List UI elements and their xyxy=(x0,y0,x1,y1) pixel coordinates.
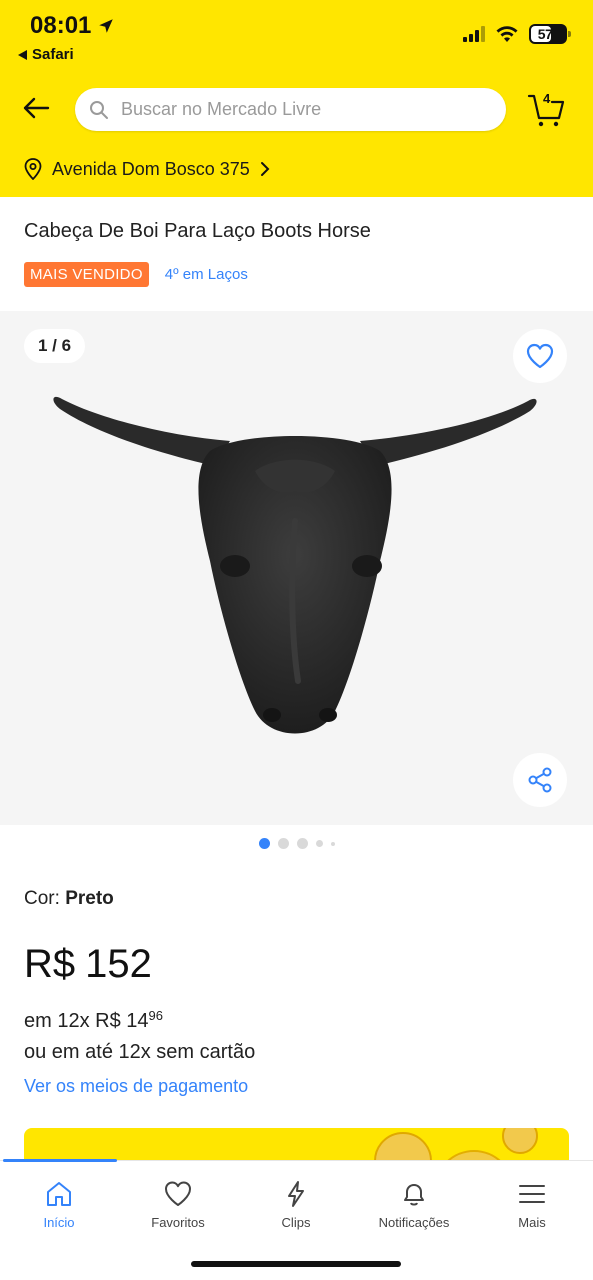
installments-info: em 12x R$ 1496 xyxy=(24,1008,163,1033)
product-gallery[interactable]: 1 / 6 xyxy=(0,311,593,825)
category-rank-link[interactable]: 4º em Laços xyxy=(165,266,248,283)
menu-icon xyxy=(519,1185,545,1203)
pagination-dot[interactable] xyxy=(277,838,289,849)
bell-icon xyxy=(404,1184,424,1206)
top-header: 08:01 Safari 57 4 xyxy=(0,0,593,197)
battery-icon: 57 xyxy=(529,24,571,44)
pagination-dot[interactable] xyxy=(330,841,335,846)
search-input[interactable] xyxy=(121,99,481,120)
installments-cents: 96 xyxy=(148,1008,163,1023)
back-triangle-icon xyxy=(18,49,27,60)
address-text: Avenida Dom Bosco 375 xyxy=(52,158,250,179)
cart-button[interactable]: 4 xyxy=(526,90,566,130)
gallery-pagination xyxy=(0,838,593,849)
share-button[interactable] xyxy=(513,753,567,807)
price-value: 152 xyxy=(85,942,152,986)
status-indicators: 57 xyxy=(463,24,571,44)
nav-notifications[interactable]: Notificações xyxy=(355,1179,473,1230)
chevron-right-icon xyxy=(260,162,270,176)
nav-favorites[interactable]: Favoritos xyxy=(119,1179,237,1230)
product-image-bull-head xyxy=(53,396,537,734)
price-currency: R$ xyxy=(24,942,76,986)
wifi-icon xyxy=(496,26,518,42)
image-counter: 1 / 6 xyxy=(24,329,86,363)
badge-row: MAIS VENDIDO 4º em Laços xyxy=(24,262,248,287)
pagination-dot[interactable] xyxy=(296,838,308,849)
nav-notifications-label: Notificações xyxy=(378,1215,450,1230)
active-tab-indicator xyxy=(3,1159,117,1162)
nav-more-label: Mais xyxy=(518,1215,546,1230)
nav-home-label: Início xyxy=(43,1215,75,1230)
favorite-button[interactable] xyxy=(513,329,567,383)
back-to-safari[interactable]: Safari xyxy=(18,46,74,63)
location-pin-icon xyxy=(24,158,42,180)
back-app-label: Safari xyxy=(32,46,74,63)
home-icon xyxy=(47,1182,71,1206)
cart-count-badge: 4 xyxy=(543,91,551,106)
search-bar[interactable] xyxy=(75,88,506,131)
product-title: Cabeça De Boi Para Laço Boots Horse xyxy=(24,220,371,242)
pagination-dot[interactable] xyxy=(315,840,323,847)
arrow-left-icon xyxy=(23,97,50,119)
heart-icon xyxy=(165,1181,191,1206)
location-arrow-icon xyxy=(99,19,114,33)
color-selector[interactable]: Cor: Preto xyxy=(24,888,114,910)
delivery-address[interactable]: Avenida Dom Bosco 375 xyxy=(24,158,270,180)
battery-level: 57 xyxy=(537,26,553,42)
nav-favorites-label: Favoritos xyxy=(151,1215,205,1230)
search-icon xyxy=(90,100,108,119)
coin-decoration xyxy=(502,1128,538,1154)
nav-clips[interactable]: Clips xyxy=(237,1179,355,1230)
payment-methods-link[interactable]: Ver os meios de pagamento xyxy=(24,1076,248,1097)
best-seller-badge: MAIS VENDIDO xyxy=(24,262,149,287)
signal-icon xyxy=(463,26,485,42)
color-label: Cor: xyxy=(24,888,60,909)
color-value: Preto xyxy=(65,888,114,909)
share-icon xyxy=(528,767,552,793)
heart-icon xyxy=(526,343,554,369)
price: R$ 152 xyxy=(24,942,152,987)
nav-clips-label: Clips xyxy=(281,1215,311,1230)
nav-home[interactable]: Início xyxy=(0,1179,118,1230)
installments-text: em 12x R$ 14 xyxy=(24,1010,149,1032)
home-indicator[interactable] xyxy=(191,1261,401,1267)
pagination-dot[interactable] xyxy=(258,838,270,849)
lightning-icon xyxy=(288,1181,304,1207)
nav-more[interactable]: Mais xyxy=(473,1179,591,1230)
clock-text: 08:01 xyxy=(30,12,92,39)
status-time: 08:01 xyxy=(30,12,115,40)
back-button[interactable] xyxy=(20,92,52,124)
no-card-installments: ou em até 12x sem cartão xyxy=(24,1041,256,1063)
